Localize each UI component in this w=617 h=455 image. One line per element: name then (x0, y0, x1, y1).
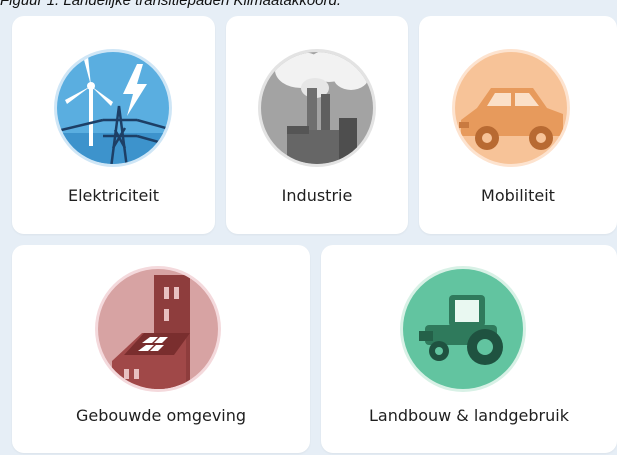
building-solar-icon (94, 265, 222, 393)
figure-caption: Figuur 1. Landelijke transitiepaden Klim… (0, 0, 342, 9)
wind-turbine-lightning-icon (53, 48, 173, 168)
tractor-icon (399, 265, 527, 393)
tile-industrie[interactable]: Industrie (226, 16, 408, 234)
tile-elektriciteit[interactable]: Elektriciteit (12, 16, 215, 234)
tile-label: Elektriciteit (67, 186, 160, 205)
car-icon (451, 48, 571, 168)
tile-label: Industrie (281, 186, 353, 205)
tile-gebouwde-omgeving[interactable]: Gebouwde omgeving (12, 245, 310, 453)
tile-label: Mobiliteit (481, 186, 555, 205)
factory-icon (257, 48, 377, 168)
tile-label: Landbouw & landgebruik (369, 406, 569, 425)
tile-mobiliteit[interactable]: Mobiliteit (419, 16, 617, 234)
tile-landbouw-landgebruik[interactable]: Landbouw & landgebruik (321, 245, 617, 453)
tile-label: Gebouwde omgeving (75, 406, 247, 425)
